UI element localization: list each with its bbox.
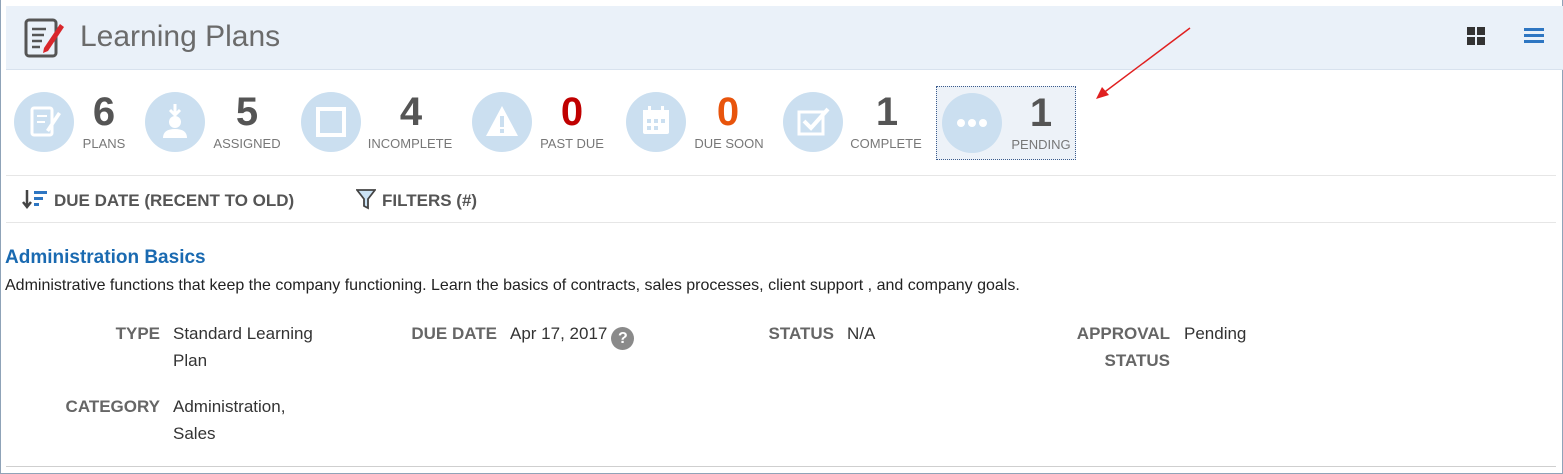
stat-assigned[interactable]: 5 ASSIGNED [145, 84, 295, 160]
stat-label: DUE SOON [694, 136, 764, 151]
divider [6, 175, 1556, 176]
stat-due-soon[interactable]: 0 DUE SOON [626, 84, 774, 160]
stat-value: 1 [1029, 91, 1053, 135]
stat-pending[interactable]: 1 PENDING [936, 86, 1076, 160]
filters-button[interactable]: FILTERS (#) [355, 188, 478, 211]
sort-button[interactable]: DUE DATE (RECENT TO OLD) [22, 188, 294, 211]
type-value: Standard Learning Plan [173, 320, 313, 374]
divider [6, 466, 1556, 467]
ellipsis-icon [942, 93, 1002, 153]
category-label: CATEGORY [65, 397, 160, 416]
stat-label: PLANS [82, 136, 126, 151]
due-date-value: Apr 17, 2017? [510, 320, 635, 350]
stats-bar: 6 PLANS 5 ASSIGNED 4 INCOMPLETE 0 PAST D… [0, 84, 1563, 164]
calendar-icon [626, 92, 686, 152]
sort-label: DUE DATE (RECENT TO OLD) [54, 191, 295, 210]
stat-value: 4 [399, 90, 423, 134]
square-icon [301, 92, 361, 152]
stat-label: INCOMPLETE [367, 136, 453, 151]
plan-description: Administrative functions that keep the c… [5, 277, 1020, 294]
type-value-line: Standard Learning [173, 324, 313, 343]
category-value-line: Sales [173, 424, 216, 443]
document-icon [14, 92, 74, 152]
type-label: TYPE [115, 324, 160, 343]
stat-label: PAST DUE [540, 136, 604, 151]
stat-complete[interactable]: 1 COMPLETE [783, 84, 928, 160]
plan-title-link[interactable]: Administration Basics [5, 247, 206, 269]
checkbox-icon [783, 92, 843, 152]
type-value-line: Plan [173, 351, 208, 370]
status-label: STATUS [768, 324, 834, 343]
stat-value: 5 [235, 90, 259, 134]
page-header: Learning Plans [6, 6, 1563, 70]
due-date-label: DUE DATE [411, 324, 497, 343]
user-download-icon [145, 92, 205, 152]
divider [6, 222, 1556, 223]
stat-plans[interactable]: 6 PLANS [14, 84, 134, 160]
list-view-icon[interactable] [1523, 26, 1545, 46]
sort-icon [22, 190, 47, 210]
category-value-line: Administration, [173, 397, 286, 416]
stat-value: 0 [560, 90, 584, 134]
stat-value: 6 [92, 90, 116, 134]
annotation-arrow-icon [1096, 27, 1191, 99]
stat-label: ASSIGNED [213, 136, 281, 151]
stat-label: PENDING [1011, 137, 1071, 152]
grid-view-icon[interactable] [1466, 26, 1486, 46]
stat-value: 0 [716, 90, 740, 134]
stat-label: COMPLETE [850, 136, 922, 151]
stat-past-due[interactable]: 0 PAST DUE [472, 84, 612, 160]
status-value: N/A [847, 324, 876, 343]
approval-label-line: APPROVAL [1076, 324, 1170, 343]
stat-value: 1 [875, 90, 899, 134]
approval-status-value: Pending [1184, 324, 1247, 343]
category-value: Administration, Sales [173, 393, 285, 447]
toolbar: DUE DATE (RECENT TO OLD) FILTERS (#) [0, 178, 1563, 222]
filters-label: FILTERS (#) [382, 191, 478, 210]
due-date-text: Apr 17, 2017 [510, 324, 608, 343]
filter-icon [355, 189, 377, 210]
approval-label-line: STATUS [1104, 351, 1170, 370]
page-title: Learning Plans [80, 20, 281, 53]
edit-document-icon [24, 18, 64, 58]
warning-icon [472, 92, 532, 152]
approval-status-label: APPROVAL STATUS [1040, 320, 1170, 374]
help-icon[interactable]: ? [611, 327, 635, 350]
stat-incomplete[interactable]: 4 INCOMPLETE [301, 84, 461, 160]
